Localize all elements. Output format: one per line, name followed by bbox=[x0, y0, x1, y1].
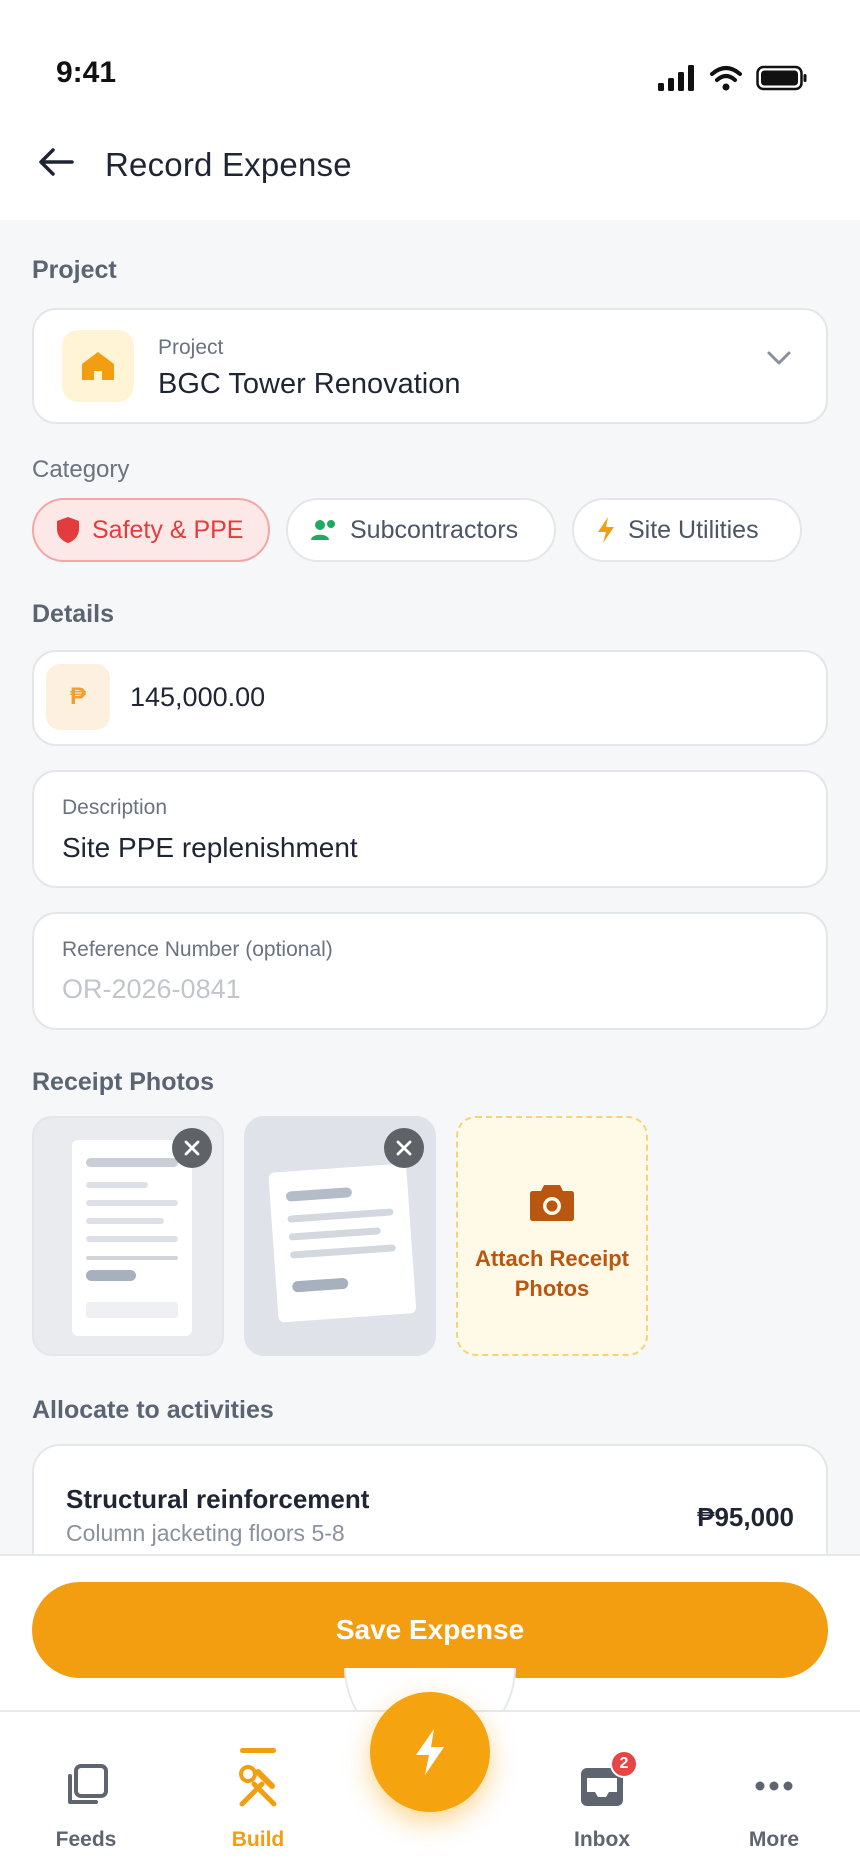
shield-icon bbox=[57, 517, 79, 543]
feeds-icon bbox=[68, 1764, 108, 1804]
category-chip-subcontractors[interactable]: Subcontractors bbox=[286, 498, 556, 562]
tools-icon bbox=[239, 1765, 277, 1807]
page-title: Record Expense bbox=[105, 146, 352, 183]
nav-item-more[interactable]: More bbox=[704, 1712, 844, 1864]
nav-label: Feeds bbox=[55, 1828, 117, 1851]
close-icon bbox=[396, 1140, 412, 1156]
reference-field[interactable]: Reference Number (optional) OR-2026-0841 bbox=[32, 912, 828, 1030]
quick-action-button[interactable] bbox=[370, 1692, 490, 1812]
nav-item-feeds[interactable]: Feeds bbox=[16, 1712, 156, 1864]
reference-label: Reference Number (optional) bbox=[62, 938, 333, 961]
description-label: Description bbox=[62, 796, 168, 819]
close-icon bbox=[184, 1140, 200, 1156]
allocation-item-amount: ₱95,000 bbox=[697, 1502, 794, 1532]
attach-receipt-label: Attach Receipt Photos bbox=[474, 1246, 630, 1301]
signal-icon bbox=[658, 65, 694, 91]
inbox-badge: 2 bbox=[610, 1750, 638, 1778]
project-section-heading: Project bbox=[32, 256, 117, 284]
back-button[interactable] bbox=[34, 140, 78, 184]
app-header: Record Expense bbox=[0, 120, 860, 220]
project-select[interactable]: Project BGC Tower Renovation bbox=[32, 308, 828, 424]
camera-icon bbox=[530, 1185, 574, 1221]
nav-label: More bbox=[748, 1828, 800, 1851]
battery-icon bbox=[756, 65, 807, 91]
status-time: 9:41 bbox=[56, 56, 117, 89]
remove-photo-button[interactable] bbox=[384, 1128, 424, 1168]
category-chip-label: Safety & PPE bbox=[92, 515, 244, 544]
allocation-heading: Allocate to activities bbox=[32, 1396, 274, 1424]
receipt-photo[interactable] bbox=[244, 1116, 436, 1356]
more-icon bbox=[755, 1781, 793, 1791]
nav-item-inbox[interactable]: 2 Inbox bbox=[532, 1712, 672, 1864]
nav-item-build[interactable]: Build bbox=[188, 1712, 328, 1864]
description-value: Site PPE replenishment bbox=[62, 832, 358, 863]
save-expense-button[interactable]: Save Expense bbox=[32, 1582, 828, 1678]
nav-label: Inbox bbox=[574, 1828, 630, 1851]
details-heading: Details bbox=[32, 600, 114, 628]
project-icon-badge bbox=[62, 330, 134, 402]
allocation-item-subtitle: Column jacketing floors 5-8 bbox=[66, 1520, 345, 1546]
receipt-photo[interactable] bbox=[32, 1116, 224, 1356]
arrow-left-icon bbox=[39, 148, 74, 176]
nav-label: Build bbox=[231, 1828, 285, 1851]
category-chip-safety[interactable]: Safety & PPE bbox=[32, 498, 270, 562]
category-chip-utilities[interactable]: Site Utilities bbox=[572, 498, 802, 562]
attach-receipt-button[interactable]: Attach Receipt Photos bbox=[456, 1116, 648, 1356]
project-value: BGC Tower Renovation bbox=[158, 368, 461, 400]
people-icon bbox=[311, 520, 335, 540]
active-indicator bbox=[240, 1748, 276, 1753]
category-chip-label: Site Utilities bbox=[628, 515, 759, 544]
house-icon bbox=[82, 352, 114, 380]
reference-placeholder: OR-2026-0841 bbox=[62, 974, 241, 1004]
status-icons bbox=[658, 64, 808, 92]
peso-icon: ₱ bbox=[46, 664, 110, 730]
amount-field[interactable]: ₱ 145,000.00 bbox=[32, 650, 828, 746]
category-chip-label: Subcontractors bbox=[350, 515, 519, 544]
status-bar: 9:41 bbox=[0, 0, 860, 120]
allocation-item-title: Structural reinforcement bbox=[66, 1484, 370, 1514]
category-heading: Category bbox=[32, 456, 130, 483]
remove-photo-button[interactable] bbox=[172, 1128, 212, 1168]
amount-value: 145,000.00 bbox=[130, 682, 266, 712]
chevron-down-icon bbox=[767, 351, 791, 365]
wifi-icon bbox=[710, 66, 742, 91]
project-field-label: Project bbox=[158, 336, 224, 359]
description-field[interactable]: Description Site PPE replenishment bbox=[32, 770, 828, 888]
bolt-icon bbox=[416, 1729, 444, 1775]
receipts-heading: Receipt Photos bbox=[32, 1068, 214, 1096]
bolt-icon bbox=[598, 517, 614, 543]
